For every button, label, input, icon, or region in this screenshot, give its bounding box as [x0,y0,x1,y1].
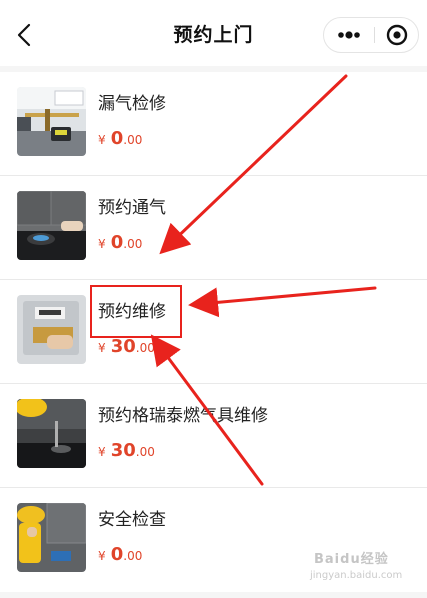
list-item[interactable]: 预约格瑞泰燃气具维修 ¥ 30.00 [0,384,427,488]
currency-symbol: ¥ [98,237,106,251]
price-integer: 0 [110,232,124,253]
service-price: ¥ 30.00 [98,334,155,361]
price-decimal: .00 [135,445,155,459]
service-price: ¥ 0.00 [98,126,142,153]
service-price: ¥ 0.00 [98,230,142,257]
target-close-icon [386,24,408,46]
currency-symbol: ¥ [98,445,106,459]
price-decimal: .00 [123,133,143,147]
currency-symbol: ¥ [98,549,106,563]
service-thumbnail [17,503,86,572]
currency-symbol: ¥ [98,341,106,355]
list-item[interactable]: 漏气检修 ¥ 0.00 [0,72,427,176]
service-list: 漏气检修 ¥ 0.00 预约通气 ¥ 0.00 预约维修 ¥ 30.00 预约格… [0,72,427,592]
navigation-bar: 预约上门 [0,0,427,66]
more-button[interactable] [324,18,374,52]
mini-program-capsule [323,17,419,53]
service-thumbnail [17,295,86,364]
service-name: 预约格瑞泰燃气具维修 [98,406,268,426]
price-integer: 0 [110,128,124,149]
price-integer: 0 [110,544,124,565]
service-name: 漏气检修 [98,94,166,114]
price-integer: 30 [110,336,136,357]
watermark-url: jingyan.baidu.com [310,570,403,581]
price-decimal: .00 [123,549,143,563]
price-decimal: .00 [123,237,143,251]
service-thumbnail [17,87,86,156]
service-price: ¥ 0.00 [98,542,142,569]
service-thumbnail [17,399,86,468]
service-name: 预约通气 [98,198,166,218]
service-name: 安全检查 [98,510,166,530]
watermark: Baidu经验 jingyan.baidu.com [300,548,418,594]
list-item[interactable]: 预约通气 ¥ 0.00 [0,176,427,280]
price-integer: 30 [110,440,136,461]
list-item[interactable]: 预约维修 ¥ 30.00 [0,280,427,384]
close-mini-program-button[interactable] [375,18,418,52]
more-dots-icon [338,31,360,39]
service-thumbnail [17,191,86,260]
service-price: ¥ 30.00 [98,438,155,465]
watermark-brand: Baidu经验 [314,552,389,567]
currency-symbol: ¥ [98,133,106,147]
price-decimal: .00 [135,341,155,355]
annotation-highlight-box [90,285,182,338]
